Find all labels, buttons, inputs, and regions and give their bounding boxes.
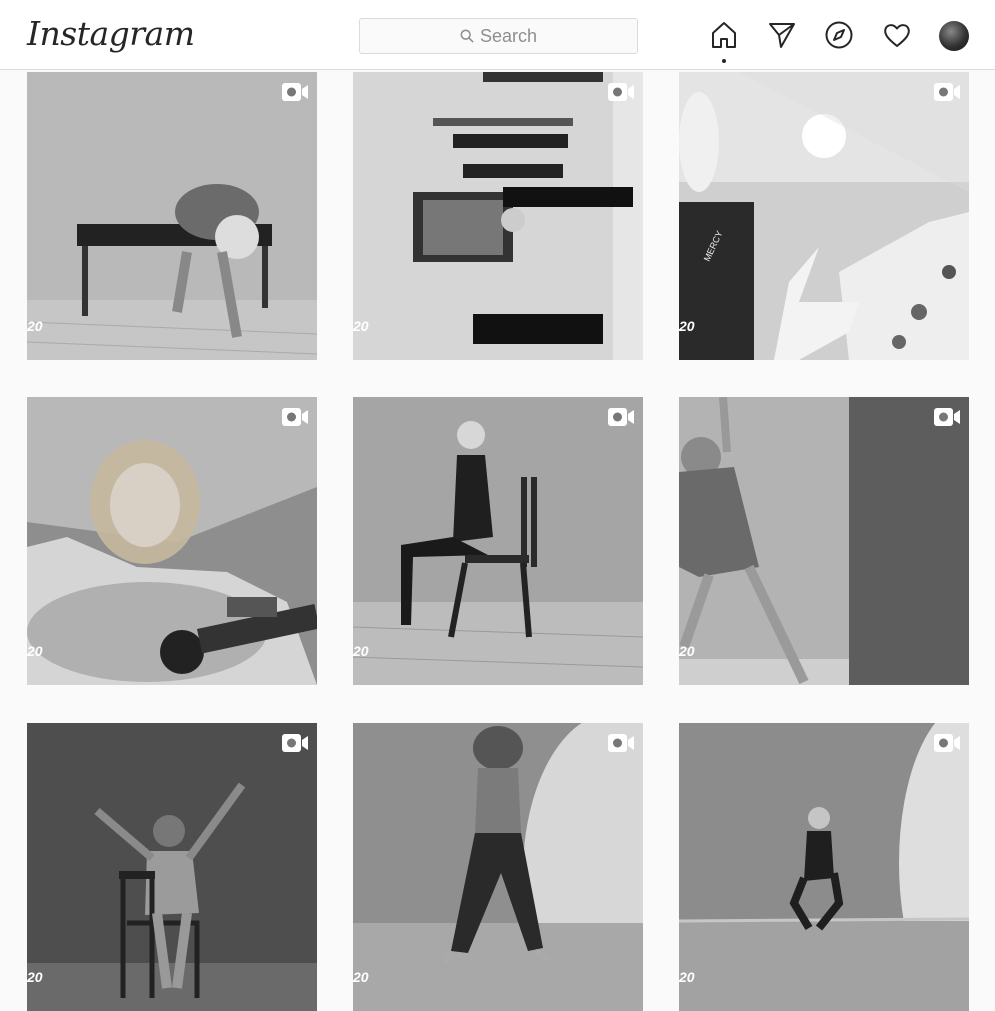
search-placeholder: Search xyxy=(479,25,538,46)
video-icon xyxy=(282,83,308,101)
post-side-text: 20 xyxy=(679,318,695,334)
video-icon xyxy=(608,408,634,426)
direct-icon xyxy=(769,23,795,48)
post-tile[interactable]: 20 xyxy=(27,72,317,360)
post-tile[interactable]: 20 xyxy=(27,723,317,1011)
activity-button[interactable] xyxy=(880,18,914,52)
video-icon xyxy=(282,734,308,752)
home-icon xyxy=(712,22,736,48)
post-image xyxy=(353,72,643,360)
post-image xyxy=(27,723,317,1011)
top-navigation-bar: Instagram Search xyxy=(0,0,995,70)
post-image xyxy=(679,723,969,1011)
post-tile[interactable]: 20 xyxy=(679,397,969,685)
post-tile[interactable]: 20 xyxy=(353,72,643,360)
post-tile[interactable]: 20 xyxy=(27,397,317,685)
active-indicator xyxy=(722,59,726,63)
video-icon xyxy=(608,734,634,752)
post-image xyxy=(27,397,317,685)
explore-icon xyxy=(825,21,853,49)
direct-button[interactable] xyxy=(765,18,799,52)
post-side-text: 20 xyxy=(679,643,695,659)
post-tile[interactable]: 20 xyxy=(353,723,643,1011)
search-input[interactable]: Search xyxy=(359,18,638,54)
explore-button[interactable] xyxy=(822,18,856,52)
post-image xyxy=(353,723,643,1011)
video-icon xyxy=(934,408,960,426)
post-side-text: 20 xyxy=(27,969,43,985)
post-image xyxy=(27,72,317,360)
profile-avatar[interactable] xyxy=(939,21,969,51)
video-icon xyxy=(608,83,634,101)
video-icon xyxy=(934,83,960,101)
post-side-text: 20 xyxy=(679,969,695,985)
post-side-text: 20 xyxy=(353,318,369,334)
heart-icon xyxy=(884,24,910,47)
post-tile[interactable]: MERCY 20 xyxy=(679,72,969,360)
search-icon xyxy=(460,29,474,43)
post-side-text: 20 xyxy=(27,318,43,334)
instagram-logo[interactable]: Instagram xyxy=(27,14,195,53)
post-side-text: 20 xyxy=(353,969,369,985)
post-image: MERCY xyxy=(679,72,969,360)
post-image xyxy=(679,397,969,685)
post-image xyxy=(353,397,643,685)
video-icon xyxy=(282,408,308,426)
home-button[interactable] xyxy=(707,18,741,52)
post-side-text: 20 xyxy=(27,643,43,659)
video-icon xyxy=(934,734,960,752)
post-tile[interactable]: 20 xyxy=(679,723,969,1011)
post-tile[interactable]: 20 xyxy=(353,397,643,685)
post-side-text: 20 xyxy=(353,643,369,659)
